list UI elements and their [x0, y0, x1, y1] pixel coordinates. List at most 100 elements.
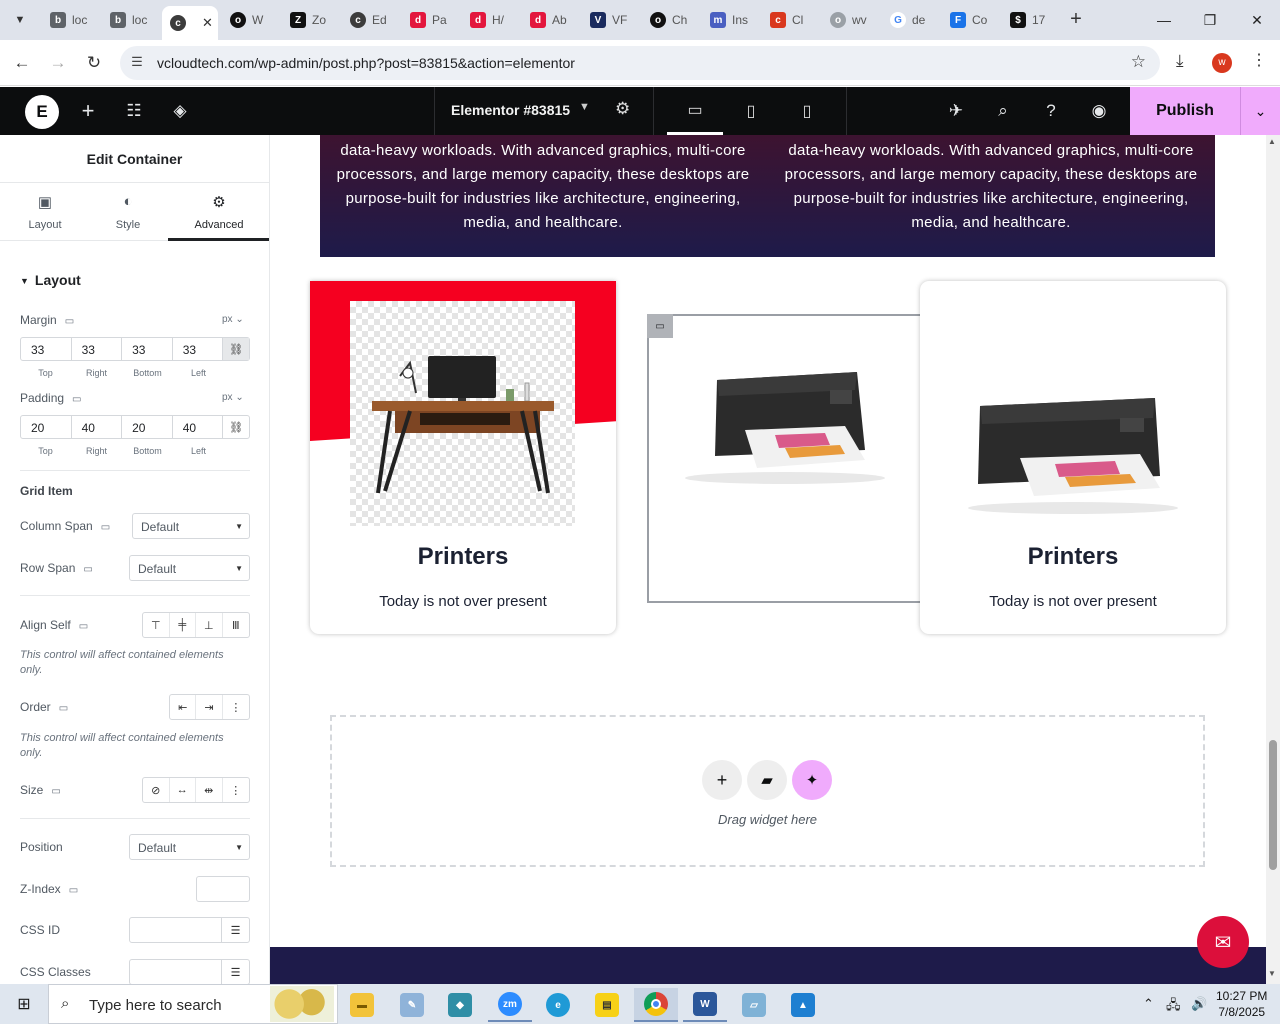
size-none-icon[interactable]: ⊘ [143, 778, 170, 802]
system-clock[interactable]: 10:27 PM 7/8/2025 [1216, 988, 1267, 1020]
notification-center-icon[interactable] [1264, 988, 1280, 1020]
app-3d-icon[interactable]: ◆ [438, 988, 482, 1022]
chrome-browser-icon[interactable] [634, 988, 678, 1022]
word-app-icon[interactable]: W [683, 988, 727, 1022]
responsive-desktop-icon[interactable]: ▭ [51, 786, 60, 797]
restore-window-icon[interactable]: ❐ [1187, 0, 1233, 40]
margin-right-input[interactable]: 33 [72, 338, 123, 360]
browser-tab[interactable]: V VF [582, 6, 640, 34]
row-span-select[interactable]: Default ▼ [129, 555, 250, 581]
forward-arrow-icon[interactable]: → [45, 50, 71, 76]
site-settings-icon[interactable]: ☷ [122, 99, 146, 123]
dynamic-tags-icon[interactable]: ☰ [221, 960, 249, 984]
site-info-icon[interactable]: ☰ [128, 54, 146, 72]
hero-text-right[interactable]: data-heavy workloads. With advanced grap… [771, 139, 1211, 235]
align-center-icon[interactable]: ╪ [170, 613, 196, 637]
z-index-input[interactable] [196, 876, 250, 902]
edge-browser-icon[interactable]: e [536, 988, 580, 1022]
section-layout-toggle[interactable]: ▼ Layout [20, 272, 81, 288]
close-tab-icon[interactable]: ✕ [202, 15, 213, 31]
card-title[interactable]: Printers [920, 543, 1226, 571]
padding-unit-select[interactable]: px ⌄ [222, 392, 244, 403]
margin-unit-select[interactable]: px ⌄ [222, 314, 244, 325]
notepad-app-icon[interactable]: ▱ [732, 988, 776, 1022]
document-title[interactable]: Elementor #83815 [451, 102, 570, 118]
address-bar[interactable]: ☰ vcloudtech.com/wp-admin/post.php?post=… [120, 46, 1160, 80]
sticky-notes-icon[interactable]: ▤ [585, 988, 629, 1022]
responsive-desktop-icon[interactable]: ▭ [79, 621, 88, 632]
align-end-icon[interactable]: ⊥ [196, 613, 223, 637]
more-options-icon[interactable]: ⋮ [223, 778, 249, 802]
hero-text-left[interactable]: data-heavy workloads. With advanced grap… [323, 139, 763, 235]
download-icon[interactable]: ⤓ [1176, 51, 1184, 71]
footer-section[interactable] [270, 947, 1266, 985]
bookmark-star-icon[interactable]: ☆ [1131, 52, 1146, 72]
card-subtitle[interactable]: Today is not over present [310, 593, 616, 610]
responsive-desktop-icon[interactable]: ▭ [65, 316, 74, 327]
browser-tab[interactable]: o wv [822, 6, 880, 34]
more-options-icon[interactable]: ⋮ [223, 695, 249, 719]
back-arrow-icon[interactable]: ← [9, 50, 35, 76]
new-tab-button[interactable]: + [1064, 8, 1088, 32]
margin-left-input[interactable]: 33 [173, 338, 224, 360]
margin-top-input[interactable]: 33 [21, 338, 72, 360]
tablet-view-icon[interactable]: ▯ [723, 87, 779, 135]
publish-button[interactable]: Publish [1130, 87, 1240, 135]
photos-app-icon[interactable]: ▲ [781, 988, 825, 1022]
scroll-up-icon[interactable]: ▲ [1268, 137, 1276, 146]
browser-tab[interactable]: d Pa [402, 6, 460, 34]
hero-section[interactable]: data-heavy workloads. With advanced grap… [320, 135, 1215, 257]
responsive-desktop-icon[interactable]: ▭ [101, 522, 110, 533]
browser-tab[interactable]: b loc [102, 6, 160, 34]
browser-tab[interactable]: m Ins [702, 6, 760, 34]
notes-rocket-icon[interactable]: ✈ [944, 99, 968, 123]
card-subtitle[interactable]: Today is not over present [920, 593, 1226, 610]
browser-tab[interactable]: $17 [1002, 6, 1060, 34]
printer-image[interactable] [960, 376, 1186, 516]
browser-tab[interactable]: c Cl [762, 6, 820, 34]
zoom-app-icon[interactable]: zm [488, 988, 532, 1022]
chrome-menu-icon[interactable]: ⋮ [1251, 50, 1267, 70]
reload-icon[interactable]: ↻ [81, 50, 107, 76]
product-card[interactable]: Printers Today is not over present [920, 281, 1226, 634]
template-library-folder-icon[interactable]: ▰ [747, 760, 787, 800]
close-window-icon[interactable]: ✕ [1234, 0, 1280, 40]
tab-advanced[interactable]: ⚙ Advanced [168, 183, 269, 241]
padding-left-input[interactable]: 40 [173, 416, 224, 438]
responsive-desktop-icon[interactable]: ▭ [83, 564, 92, 575]
volume-icon[interactable]: 🔊 [1191, 996, 1207, 1012]
document-menu[interactable]: Elementor #83815 ▼ ⚙ [434, 87, 654, 135]
network-icon[interactable]: 🖧 [1166, 996, 1181, 1018]
canvas-scrollbar[interactable]: ▲ ▼ [1266, 135, 1280, 985]
scroll-down-icon[interactable]: ▼ [1268, 969, 1276, 978]
ai-sparkle-icon[interactable]: ✦ [792, 760, 832, 800]
responsive-desktop-icon[interactable]: ▭ [69, 885, 78, 896]
empty-container-dropzone[interactable]: + ▰ ✦ Drag widget here [330, 715, 1205, 867]
responsive-desktop-icon[interactable]: ▭ [72, 394, 81, 405]
browser-tab[interactable]: d H/ [462, 6, 520, 34]
tab-layout[interactable]: ▣ Layout [0, 183, 90, 241]
mobile-view-icon[interactable]: ▯ [779, 87, 835, 135]
browser-tab[interactable]: oW [222, 6, 280, 34]
desk-image[interactable] [350, 301, 575, 526]
link-values-icon[interactable]: ⛓ [223, 338, 249, 360]
search-highlight-image[interactable] [270, 986, 334, 1022]
desktop-view-icon[interactable]: ▭ [667, 87, 723, 135]
align-stretch-icon[interactable]: Ⅲ [223, 613, 249, 637]
tab-search-chevron-icon[interactable]: ▼ [6, 6, 34, 34]
browser-tab[interactable]: Z Zo [282, 6, 340, 34]
printer-image[interactable] [675, 350, 895, 485]
scrollbar-thumb[interactable] [1269, 740, 1277, 870]
preview-eye-icon[interactable]: ◉ [1087, 99, 1111, 123]
chat-widget-icon[interactable]: ✉ [1197, 916, 1249, 968]
align-start-icon[interactable]: ⊤ [143, 613, 170, 637]
dynamic-tags-icon[interactable]: ☰ [221, 918, 249, 942]
browser-tab[interactable]: o Ch [642, 6, 700, 34]
column-span-select[interactable]: Default ▼ [132, 513, 250, 539]
browser-tab[interactable]: Gde [882, 6, 940, 34]
file-explorer-icon[interactable]: ▬ [340, 988, 384, 1022]
url-text[interactable]: vcloudtech.com/wp-admin/post.php?post=83… [157, 55, 575, 71]
browser-tab[interactable]: b loc [42, 6, 100, 34]
order-start-icon[interactable]: ⇤ [170, 695, 197, 719]
publish-options-chevron-icon[interactable]: ⌄ [1240, 87, 1280, 135]
